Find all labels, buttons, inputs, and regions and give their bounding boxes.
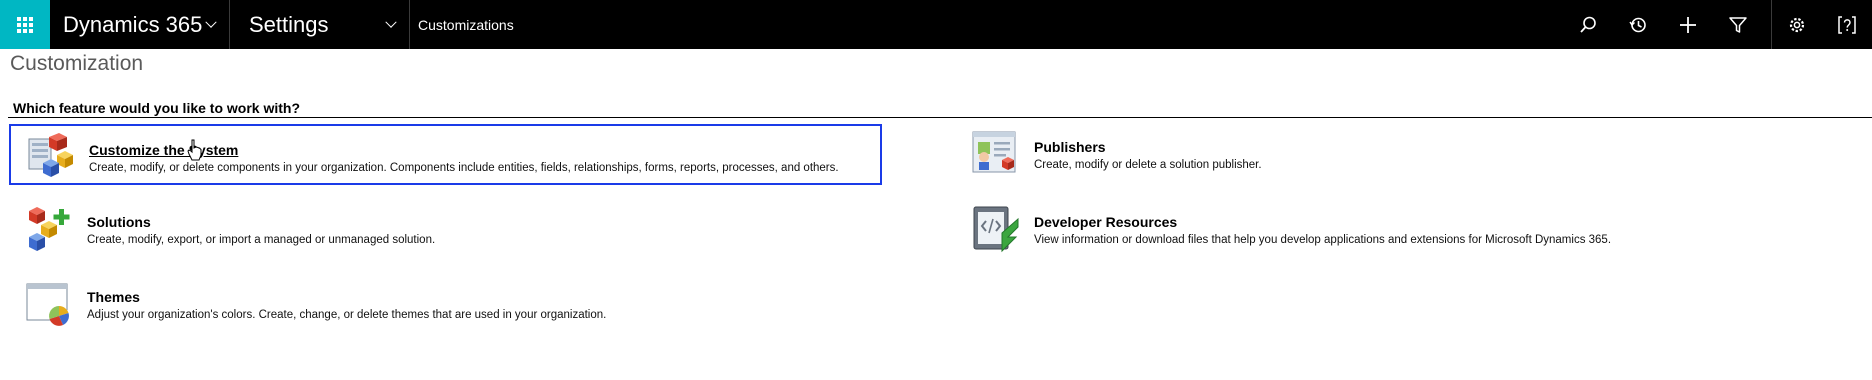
feature-text: Themes Adjust your organization's colors…	[87, 280, 606, 321]
area-name: Settings	[249, 11, 329, 37]
section-divider	[8, 117, 1872, 118]
area-switcher[interactable]: Settings	[230, 0, 410, 49]
hand-pointer-icon	[187, 139, 202, 161]
feature-developer-resources[interactable]: Developer Resources View information or …	[972, 205, 1852, 257]
gear-icon	[1789, 17, 1805, 32]
feature-customize-system[interactable]: Customize the System Create, modify, or …	[9, 124, 882, 185]
feature-title[interactable]: Publishers	[1034, 139, 1262, 155]
solutions-icon	[29, 207, 70, 251]
breadcrumb[interactable]: Customizations	[410, 0, 514, 49]
add-icon	[1680, 16, 1696, 33]
themes-icon	[26, 283, 69, 326]
search-button[interactable]	[1563, 0, 1613, 49]
feature-publishers[interactable]: Publishers Create, modify or delete a so…	[972, 130, 1672, 182]
page-title: Customization	[10, 52, 144, 75]
help-button[interactable]	[1822, 0, 1872, 49]
feature-themes[interactable]: Themes Adjust your organization's colors…	[25, 280, 725, 332]
add-button[interactable]	[1663, 0, 1713, 49]
search-icon	[1580, 16, 1596, 33]
chevron-down-icon	[385, 16, 397, 28]
feature-text: Developer Resources View information or …	[1034, 205, 1611, 246]
publishers-icon	[972, 131, 1016, 173]
feature-title[interactable]: Developer Resources	[1034, 214, 1611, 230]
feature-text: Solutions Create, modify, export, or imp…	[87, 205, 435, 246]
settings-button[interactable]	[1772, 0, 1822, 49]
feature-title[interactable]: Solutions	[87, 214, 435, 230]
customize-system-icon	[28, 133, 73, 177]
app-switcher[interactable]: Dynamics 365	[50, 0, 230, 49]
section-heading: Which feature would you like to work wit…	[13, 100, 301, 116]
feature-description: Create, modify, or delete components in …	[89, 162, 839, 174]
filter-button[interactable]	[1713, 0, 1763, 49]
feature-description: Create, modify or delete a solution publ…	[1034, 159, 1262, 171]
help-icon	[1838, 15, 1856, 34]
recent-button[interactable]	[1613, 0, 1663, 49]
app-launcher-button[interactable]	[0, 0, 50, 49]
feature-description: Create, modify, export, or import a mana…	[87, 234, 436, 246]
feature-solutions[interactable]: Solutions Create, modify, export, or imp…	[25, 205, 725, 257]
feature-title[interactable]: Themes	[87, 289, 606, 305]
feature-text: Publishers Create, modify or delete a so…	[1034, 130, 1262, 171]
chevron-down-icon	[205, 16, 217, 28]
filter-icon	[1729, 16, 1747, 33]
top-navigation-bar: Dynamics 365 Settings Customizations	[0, 0, 1872, 49]
developer-resources-icon	[973, 206, 1019, 253]
recent-icon	[1629, 17, 1646, 32]
top-icon-group	[1563, 0, 1872, 49]
feature-description: Adjust your organization's colors. Creat…	[87, 309, 607, 321]
feature-description: View information or download files that …	[1034, 234, 1612, 246]
app-name: Dynamics 365	[63, 11, 203, 37]
breadcrumb-label: Customizations	[418, 16, 514, 33]
waffle-icon	[17, 16, 33, 33]
